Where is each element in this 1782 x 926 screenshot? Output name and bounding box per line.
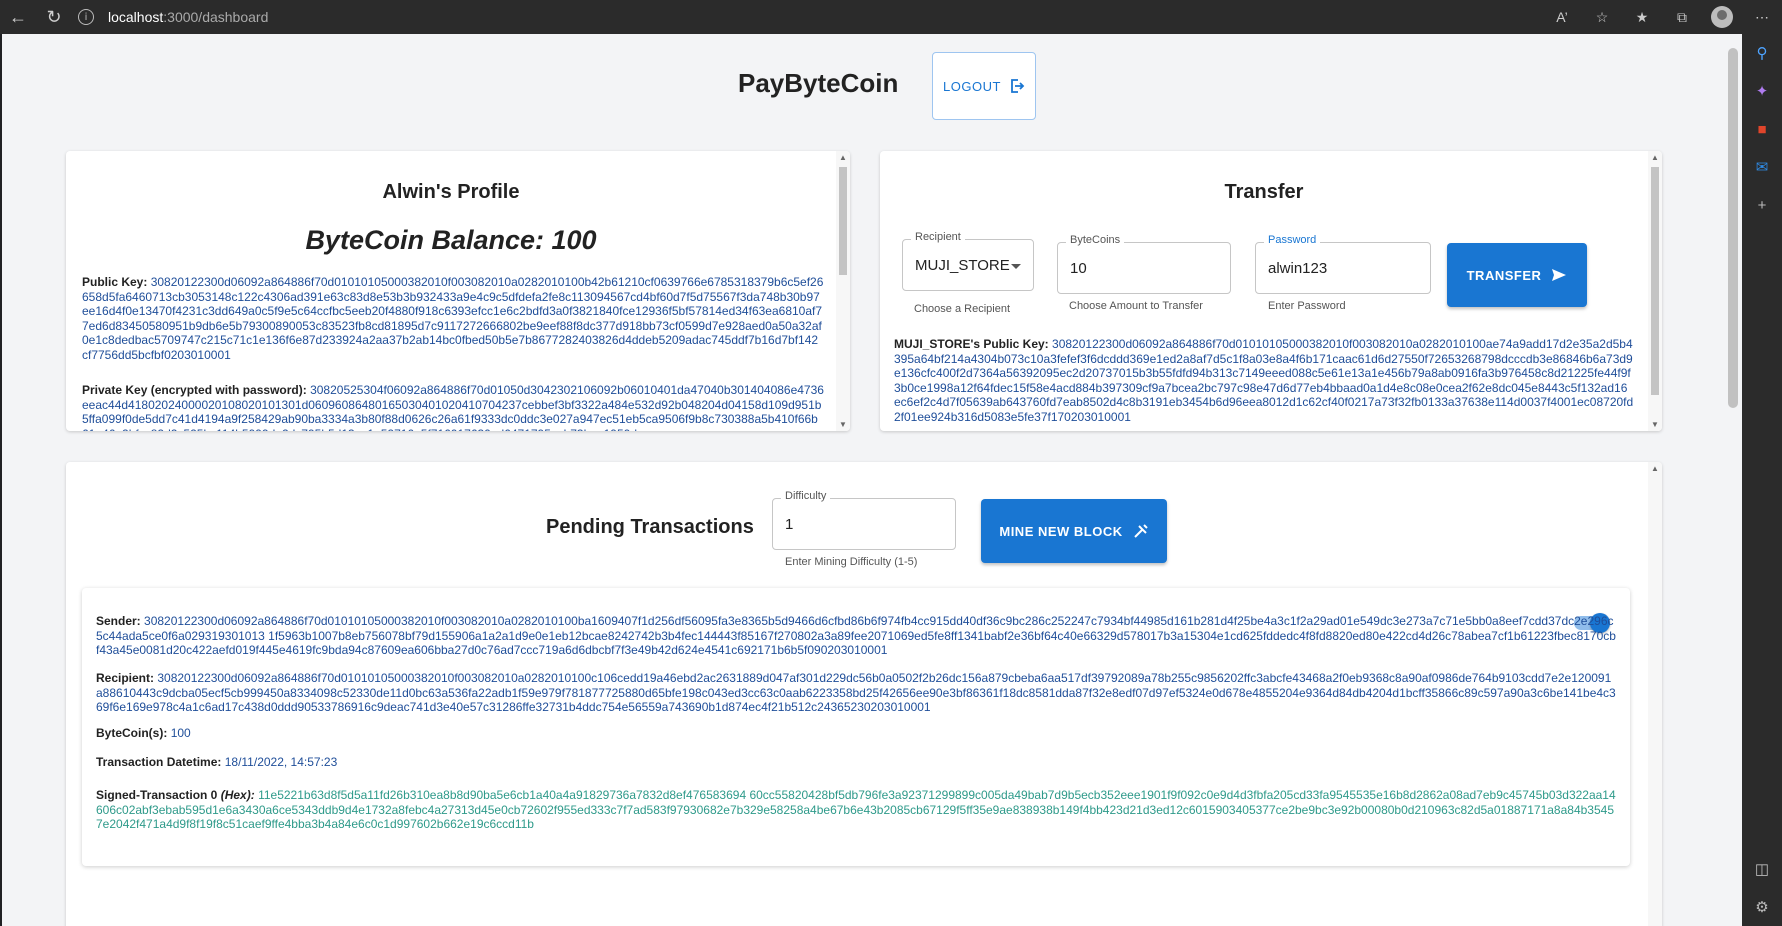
password-label: Password (1264, 234, 1321, 246)
amount-value: 10 (1070, 260, 1087, 277)
recipient-label: Recipient (911, 231, 965, 243)
password-input[interactable]: Password alwin123 (1255, 234, 1431, 294)
transfer-title: Transfer (1224, 181, 1304, 203)
tx-recipient: Recipient: 30820122300d06092a864886f70d0… (96, 671, 1616, 715)
tx-amount: ByteCoin(s): 100 (96, 726, 1616, 741)
difficulty-input[interactable]: Difficulty 1 (772, 490, 956, 550)
balance-display: ByteCoin Balance: 100 (305, 225, 597, 255)
password-value: alwin123 (1268, 260, 1328, 277)
app-title: PayByteCoin (738, 68, 899, 98)
search-icon[interactable]: ⚲ (1742, 34, 1782, 72)
transfer-card: Transfer Recipient MUJI_STORE Choose a R… (880, 151, 1662, 431)
logout-label: LOGOUT (943, 78, 1001, 94)
amount-label: ByteCoins (1066, 234, 1125, 246)
logout-icon (1011, 79, 1025, 93)
back-icon[interactable]: ← (0, 0, 36, 34)
settings-gear-icon[interactable]: ⚙ (1742, 888, 1782, 926)
mine-new-block-button[interactable]: MINE NEW BLOCK (981, 499, 1167, 563)
recipient-helper: Choose a Recipient (914, 303, 1011, 315)
public-key-value: 30820122300d06092a864886f70d010101050003… (82, 275, 824, 362)
browser-toolbar: ← ↻ i localhost:3000/dashboard A’ ☆ ★ ⧉ … (0, 0, 1782, 34)
office-icon[interactable]: ■ (1742, 110, 1782, 148)
tx-datetime: Transaction Datetime: 18/11/2022, 14:57:… (96, 755, 1616, 770)
recipient-key-label: MUJI_STORE's Public Key: (894, 337, 1049, 351)
tx-recipient-label: Recipient: (96, 671, 155, 685)
mine-button-label: MINE NEW BLOCK (999, 523, 1123, 539)
favorites-icon[interactable]: ★ (1622, 0, 1662, 34)
send-icon (1552, 269, 1567, 281)
tx-signed-label: Signed-Transaction 0 (96, 788, 218, 802)
profile-title: Alwin's Profile (382, 181, 520, 203)
tx-amount-value: 100 (170, 726, 191, 740)
hammer-icon (1133, 524, 1148, 538)
recipient-select[interactable]: Recipient MUJI_STORE (902, 231, 1034, 291)
site-info-icon[interactable]: i (78, 9, 94, 25)
password-helper: Enter Password (1268, 300, 1346, 312)
scroll-thumb[interactable] (839, 167, 847, 275)
pending-title: Pending Transactions (546, 516, 754, 538)
scroll-up-icon[interactable]: ▲ (1650, 464, 1660, 473)
tx-amount-label: ByteCoin(s): (96, 726, 168, 740)
tx-datetime-label: Transaction Datetime: (96, 755, 222, 769)
transfer-button[interactable]: TRANSFER (1447, 243, 1587, 307)
address-bar[interactable]: i localhost:3000/dashboard (78, 4, 268, 30)
sidebar-toggle-icon[interactable]: ◫ (1742, 850, 1782, 888)
private-key: Private Key (encrypted with password): 3… (82, 383, 824, 431)
tx-datetime-value: 18/11/2022, 14:57:23 (224, 755, 338, 769)
page-viewport: PayByteCoin LOGOUT Alwin's Profile ByteC… (2, 34, 1723, 926)
amount-input[interactable]: ByteCoins 10 (1057, 234, 1231, 294)
page-scroll-thumb[interactable] (1728, 48, 1738, 408)
private-key-label: Private Key (encrypted with password): (82, 383, 307, 397)
public-key-label: Public Key: (82, 275, 148, 289)
url-path: :3000/dashboard (163, 9, 269, 25)
reload-icon[interactable]: ↻ (36, 0, 72, 34)
public-key: Public Key: 30820122300d06092a864886f70d… (82, 275, 824, 363)
difficulty-label: Difficulty (781, 490, 831, 502)
tx-sender: Sender: 30820122300d06092a864886f70d0101… (96, 614, 1616, 658)
url-host: localhost (108, 9, 164, 25)
transfer-button-label: TRANSFER (1466, 267, 1542, 283)
profile-avatar[interactable] (1711, 6, 1733, 28)
pending-transactions-card: Pending Transactions Difficulty 1 Enter … (66, 462, 1662, 926)
recipient-public-key: MUJI_STORE's Public Key: 30820122300d060… (894, 337, 1634, 425)
tx-recipient-value: 30820122300d06092a864886f70d010101050003… (96, 671, 1616, 715)
amount-helper: Choose Amount to Transfer (1069, 300, 1203, 312)
scroll-down-icon[interactable]: ▼ (1650, 420, 1660, 429)
page-scrollbar[interactable] (1723, 34, 1742, 926)
transaction-item: Sender: 30820122300d06092a864886f70d0101… (82, 588, 1630, 866)
more-options-icon[interactable]: ⋯ (1742, 0, 1782, 34)
difficulty-helper: Enter Mining Difficulty (1-5) (785, 556, 918, 568)
recipient-value: MUJI_STORE (915, 257, 1010, 274)
profile-scrollbar[interactable]: ▲ ▼ (836, 151, 850, 431)
profile-card: Alwin's Profile ByteCoin Balance: 100 Pu… (66, 151, 850, 431)
outlook-icon[interactable]: ✉ (1742, 148, 1782, 186)
collections-icon[interactable]: ⧉ (1662, 0, 1702, 34)
pending-scrollbar[interactable]: ▲ (1648, 462, 1662, 926)
scroll-down-icon[interactable]: ▼ (838, 420, 848, 429)
scroll-up-icon[interactable]: ▲ (1650, 153, 1660, 162)
tx-signed-hex-label: (Hex): (220, 788, 255, 802)
logout-button[interactable]: LOGOUT (932, 52, 1036, 120)
tx-signed-value: 11e5221b63d8f5d5a11fd26b310ea8b8d90ba5e6… (96, 788, 1616, 832)
tx-sender-label: Sender: (96, 614, 141, 628)
copilot-icon[interactable]: ✦ (1742, 72, 1782, 110)
read-aloud-icon[interactable]: A’ (1542, 0, 1582, 34)
favorite-star-icon[interactable]: ☆ (1582, 0, 1622, 34)
add-icon[interactable]: + (1742, 186, 1782, 224)
chevron-down-icon (1011, 264, 1021, 269)
scroll-thumb[interactable] (1651, 167, 1659, 395)
tx-signature: Signed-Transaction 0 (Hex): 11e5221b63d8… (96, 788, 1616, 832)
browser-side-panel: ⚲ ✦ ■ ✉ + ◫ ⚙ (1742, 34, 1782, 926)
difficulty-value: 1 (785, 516, 794, 533)
transfer-scrollbar[interactable]: ▲ ▼ (1648, 151, 1662, 431)
scroll-up-icon[interactable]: ▲ (838, 153, 848, 162)
tx-sender-value: 30820122300d06092a864886f70d010101050003… (96, 614, 1616, 658)
